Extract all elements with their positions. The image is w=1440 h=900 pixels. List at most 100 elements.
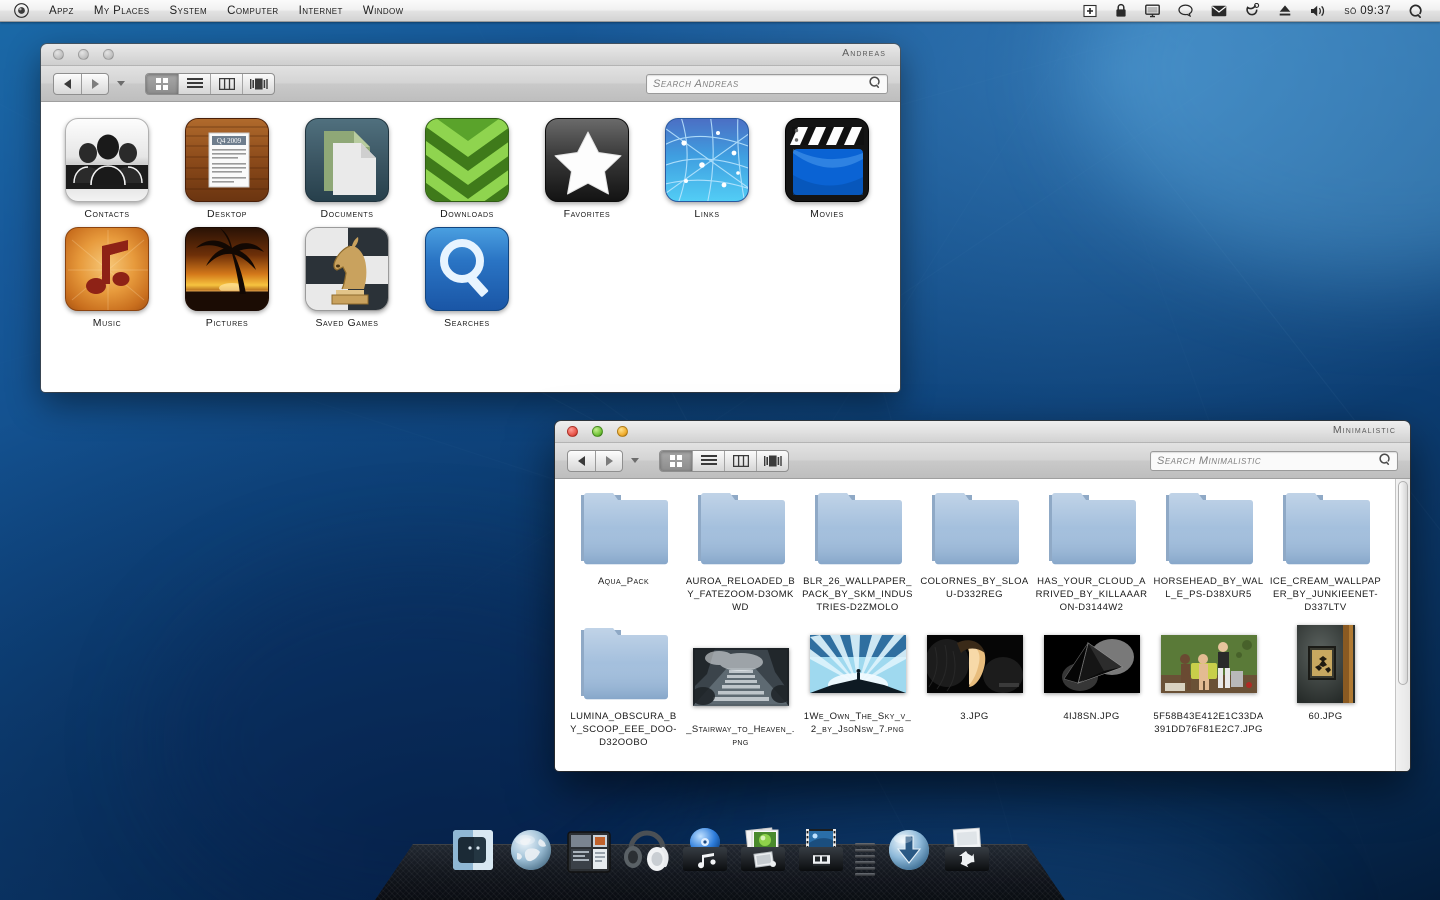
file-item[interactable]: COLORNES_BY_SLOAU-D332REG	[916, 489, 1033, 614]
window-andreas-titlebar[interactable]: Andreas	[41, 44, 900, 66]
chevron-down-icon[interactable]	[117, 81, 125, 86]
back-arrow-icon[interactable]	[54, 74, 81, 94]
icon-view-button[interactable]	[146, 73, 178, 94]
dock-item-finder[interactable]	[446, 828, 500, 878]
file-item[interactable]: Aqua_Pack	[565, 489, 682, 614]
file-item[interactable]: Movies	[767, 118, 887, 221]
file-label: Movies	[810, 208, 844, 220]
forward-arrow-icon[interactable]	[81, 73, 108, 94]
file-item[interactable]: Favorites	[527, 118, 647, 221]
file-label: Searches	[444, 317, 490, 329]
search-input[interactable]: Search Andreas	[646, 73, 888, 94]
system-logo-icon[interactable]	[10, 3, 39, 18]
zoom-button[interactable]	[103, 49, 114, 60]
minimize-button[interactable]	[592, 426, 603, 437]
menu-item-my-places[interactable]: My Places	[84, 1, 160, 21]
dock-item-audio[interactable]	[620, 828, 674, 878]
trash-recycle-icon	[942, 827, 992, 878]
window-minimalistic-titlebar[interactable]: Minimalistic	[555, 421, 1410, 443]
dock-item-music-stack[interactable]	[678, 828, 732, 878]
window-minimalistic[interactable]: Minimalistic Search Minimalistic Aqua_Pa…	[555, 421, 1410, 771]
file-item[interactable]: Contacts	[47, 118, 167, 221]
dock-item-trash[interactable]	[940, 827, 994, 878]
bluetooth-icon[interactable]	[1236, 0, 1269, 22]
menu-item-computer[interactable]: Computer	[217, 1, 289, 21]
file-item[interactable]: 4IJ8SN.JPG	[1033, 624, 1150, 749]
file-item[interactable]: Music	[47, 227, 167, 330]
dock-item-downloads[interactable]	[882, 828, 936, 878]
menu-item-internet[interactable]: Internet	[289, 1, 353, 21]
coverflow-view-button[interactable]	[242, 73, 274, 94]
file-item[interactable]: Q4 2009 Desktop	[167, 118, 287, 221]
dock-item-dashboard[interactable]	[562, 828, 616, 878]
close-button[interactable]	[567, 426, 578, 437]
file-item[interactable]: Saved Games	[287, 227, 407, 330]
file-item[interactable]: 1We_Own_The_Sky_v_2_by_JsoNsw_7.png	[799, 624, 916, 749]
menu-bar-clock[interactable]: sö 09:37	[1336, 5, 1399, 17]
file-item[interactable]: LUMINA_OBSCURA_BY_SCOOP_EEE_DOO-D32OOBO	[565, 624, 682, 749]
view-mode-switcher[interactable]	[145, 72, 275, 95]
nav-button-group[interactable]	[53, 72, 109, 95]
file-label: AUROA_RELOADED_BY_FATEZOOM-D3OMKWD	[685, 576, 796, 613]
file-item[interactable]: Downloads	[407, 118, 527, 221]
plus-box-icon[interactable]	[1074, 0, 1106, 22]
file-item[interactable]: _Stairway_to_Heaven_.png	[682, 624, 799, 749]
menu-item-appz[interactable]: Appz	[39, 1, 84, 21]
list-view-button[interactable]	[178, 73, 210, 94]
image-thumbnail	[1043, 635, 1140, 693]
file-label: 5F58B43E412E1C33DA391DD76F81E2C7.JPG	[1153, 711, 1264, 735]
window-andreas-title: Andreas	[842, 47, 886, 59]
eject-icon[interactable]	[1269, 0, 1301, 22]
window-minimalistic-title: Minimalistic	[1332, 424, 1396, 436]
coverflow-view-button[interactable]	[756, 450, 788, 471]
list-view-button[interactable]	[692, 450, 724, 471]
chat-bubble-icon[interactable]	[1169, 0, 1202, 22]
file-item[interactable]: Pictures	[167, 227, 287, 330]
search-input[interactable]: Search Minimalistic	[1150, 450, 1398, 471]
file-item[interactable]: 60.JPG	[1267, 624, 1384, 749]
file-item[interactable]: 5F58B43E412E1C33DA391DD76F81E2C7.JPG	[1150, 624, 1267, 749]
dock-item-browser[interactable]	[504, 828, 558, 878]
window-andreas-content: Contacts Q4 2009 Desktop Documents Downl…	[41, 102, 900, 392]
mail-icon[interactable]	[1202, 0, 1236, 22]
file-item[interactable]: Documents	[287, 118, 407, 221]
zoom-button[interactable]	[617, 426, 628, 437]
file-item[interactable]: ICE_CREAM_WALLPAPER_BY_JUNKIEENET-D337LT…	[1267, 489, 1384, 614]
menu-item-window[interactable]: Window	[353, 1, 414, 21]
links-network-icon	[665, 118, 749, 202]
file-label: 3.JPG	[960, 711, 989, 722]
view-mode-switcher[interactable]	[659, 449, 789, 472]
column-view-button[interactable]	[724, 450, 756, 471]
minimize-button[interactable]	[78, 49, 89, 60]
vertical-scrollbar[interactable]	[1395, 479, 1410, 771]
forward-arrow-icon[interactable]	[595, 450, 622, 471]
close-button[interactable]	[53, 49, 64, 60]
chevron-down-icon[interactable]	[631, 458, 639, 463]
file-item[interactable]: Links	[647, 118, 767, 221]
dock-item-movies-stack[interactable]	[794, 828, 848, 878]
movies-clapperboard-icon	[785, 118, 869, 202]
window-andreas[interactable]: Andreas Search Andreas Contacts Q4 2009 …	[41, 44, 900, 392]
file-item[interactable]: AUROA_RELOADED_BY_FATEZOOM-D3OMKWD	[682, 489, 799, 614]
nav-button-group[interactable]	[567, 449, 623, 472]
search-icon[interactable]	[1378, 452, 1391, 470]
file-item[interactable]: Searches	[407, 227, 527, 330]
spotlight-search-icon[interactable]	[1399, 0, 1432, 22]
icon-view-button[interactable]	[660, 450, 692, 471]
column-view-button[interactable]	[210, 73, 242, 94]
scrollbar-thumb[interactable]	[1398, 481, 1408, 685]
lock-icon[interactable]	[1106, 0, 1136, 22]
volume-icon[interactable]	[1301, 0, 1336, 22]
traffic-lights	[53, 49, 114, 60]
window-minimalistic-toolbar: Search Minimalistic	[555, 443, 1410, 479]
file-item[interactable]: HORSEHEAD_BY_WALL_E_PS-D38XUR5	[1150, 489, 1267, 614]
search-icon[interactable]	[868, 75, 881, 93]
file-item[interactable]: BLR_26_WALLPAPER_PACK_BY_SKM_INDUSTRIES-…	[799, 489, 916, 614]
dock-item-pictures-stack[interactable]	[736, 827, 790, 878]
back-arrow-icon[interactable]	[568, 451, 595, 471]
file-item[interactable]: 3.JPG	[916, 624, 1033, 749]
file-item[interactable]: HAS_YOUR_CLOUD_ARRIVED_BY_KILLAAARON-D31…	[1033, 489, 1150, 614]
folder-icon	[694, 489, 788, 569]
display-icon[interactable]	[1136, 0, 1169, 22]
menu-item-system[interactable]: System	[159, 1, 217, 21]
